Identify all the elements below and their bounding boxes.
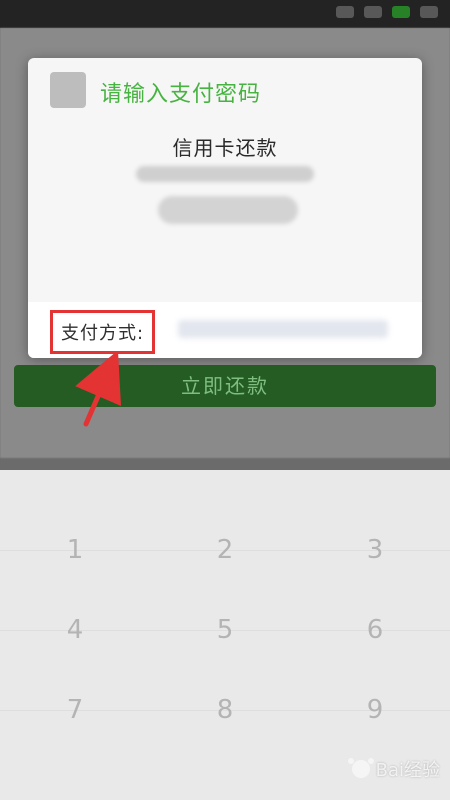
key-5[interactable]: 5 — [150, 590, 300, 670]
payment-password-dialog: 请输入支付密码 信用卡还款 支付方式: — [28, 58, 422, 358]
blurred-payment-method — [178, 320, 388, 338]
signal-icon — [392, 6, 410, 18]
watermark: Bai经验 — [351, 756, 440, 782]
dialog-title: 请输入支付密码 — [100, 82, 262, 107]
status-icon — [364, 6, 382, 18]
key-6[interactable]: 6 — [300, 590, 450, 670]
watermark-text: Bai经验 — [375, 760, 440, 781]
blurred-details — [136, 166, 314, 182]
key-9[interactable]: 9 — [300, 670, 450, 750]
key-7[interactable]: 7 — [0, 670, 150, 750]
status-icons — [336, 6, 438, 18]
status-bar — [0, 0, 450, 28]
repay-now-button[interactable]: 立即还款 — [14, 365, 436, 407]
dialog-subtitle: 信用卡还款 — [172, 136, 278, 160]
battery-icon — [420, 6, 438, 18]
numeric-keypad: 1 2 3 4 5 6 7 8 9 Bai经验 — [0, 470, 450, 800]
avatar — [50, 72, 86, 108]
blurred-amount — [158, 196, 298, 224]
status-icon — [336, 6, 354, 18]
baidu-paw-icon — [351, 760, 370, 778]
screen: 请输入支付密码 信用卡还款 支付方式: 立即还款 1 2 3 4 5 6 7 8… — [0, 0, 450, 800]
key-3[interactable]: 3 — [300, 510, 450, 590]
key-4[interactable]: 4 — [0, 590, 150, 670]
payment-method-label: 支付方式: — [50, 310, 156, 354]
key-2[interactable]: 2 — [150, 510, 300, 590]
key-8[interactable]: 8 — [150, 670, 300, 750]
payment-method-row[interactable]: 支付方式: — [28, 302, 422, 358]
key-1[interactable]: 1 — [0, 510, 150, 590]
